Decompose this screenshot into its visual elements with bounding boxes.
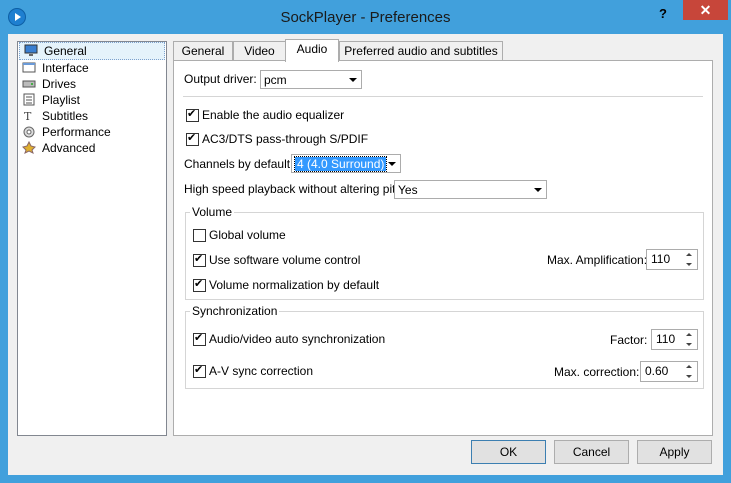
monitor-icon [24,44,38,56]
sidebar-item-label: Advanced [42,141,96,155]
sync-group: Synchronization Audio/video auto synchro… [185,304,704,389]
volume-group: Volume Global volume Use software volume… [185,205,704,300]
auto-sync-checkbox[interactable] [193,331,206,346]
svg-text:T: T [24,110,32,122]
sidebar-item-performance[interactable]: Performance [18,124,166,140]
ok-button[interactable]: OK [471,440,546,464]
passthrough-checkbox[interactable] [186,131,199,146]
highspeed-select[interactable]: Yes [394,180,547,199]
apply-button[interactable]: Apply [637,440,712,464]
tab-preferred-audio-subtitles[interactable]: Preferred audio and subtitles [339,41,503,61]
chevron-down-icon [529,181,546,198]
output-driver-value: pcm [264,73,287,87]
max-correction-label: Max. correction: [554,365,640,379]
sidebar-item-label: Subtitles [42,109,89,123]
normalization-checkbox[interactable] [193,277,206,292]
help-button[interactable]: ? [655,6,671,22]
spin-down-icon[interactable] [682,260,697,269]
spin-down-icon[interactable] [682,372,697,381]
cancel-button[interactable]: Cancel [554,440,629,464]
spin-up-icon[interactable] [682,330,697,339]
volume-group-title: Volume [190,205,235,219]
factor-label: Factor: [610,333,648,347]
global-volume-checkbox[interactable] [193,229,206,242]
sidebar-item-drives[interactable]: Drives [18,76,166,92]
equalizer-checkbox[interactable] [186,107,199,122]
close-button[interactable]: ✕ [683,0,728,20]
max-amplification-label: Max. Amplification: [547,253,648,267]
output-driver-label: Output driver: [184,72,257,86]
drive-icon [22,80,36,88]
sidebar-item-general[interactable]: General [19,42,165,60]
title-bar: SockPlayer - Preferences ? ✕ [0,0,731,34]
divider [183,96,703,97]
sidebar-item-playlist[interactable]: Playlist [18,92,166,108]
advanced-icon [22,141,36,154]
av-sync-label: A-V sync correction [209,364,314,378]
output-driver-select[interactable]: pcm [260,70,362,89]
factor-spinbox[interactable]: 110 [651,329,698,350]
chevron-down-icon [344,71,361,88]
subtitles-icon: T [24,110,32,122]
sidebar-item-subtitles[interactable]: T Subtitles [18,108,166,124]
spin-up-icon[interactable] [682,250,697,259]
window-title: SockPlayer - Preferences [280,9,451,26]
global-volume-label: Global volume [209,228,286,242]
sidebar-item-advanced[interactable]: Advanced [18,140,166,156]
channels-select[interactable]: 4 (4.0 Surround) [291,154,401,173]
interface-icon [22,62,36,73]
spin-up-icon[interactable] [682,362,697,371]
max-amplification-spinbox[interactable]: 110 [646,249,698,270]
normalization-label: Volume normalization by default [209,278,380,292]
playlist-icon [23,93,35,106]
highspeed-label: High speed playback without altering pit… [184,182,409,196]
chevron-down-icon [383,155,400,172]
av-sync-checkbox[interactable] [193,363,206,378]
channels-label: Channels by default: [184,157,294,171]
dialog-client: General Interface Drives Playlist T Subt… [8,34,723,475]
auto-sync-label: Audio/video auto synchronization [209,332,386,346]
equalizer-label: Enable the audio equalizer [202,108,345,122]
performance-icon [23,126,35,138]
preferences-window: SockPlayer - Preferences ? ✕ General Int… [0,0,731,483]
max-amplification-value: 110 [651,252,671,266]
channels-value: 4 (4.0 Surround) [293,156,388,172]
audio-panel: Output driver: pcm Enable the audio equa… [173,60,713,436]
max-correction-spinbox[interactable]: 0.60 [640,361,698,382]
spin-down-icon[interactable] [682,340,697,349]
sidebar-item-label: General [44,44,87,58]
sidebar-item-label: Performance [42,125,111,139]
sidebar-item-interface[interactable]: Interface [18,60,166,76]
passthrough-label: AC3/DTS pass-through S/PDIF [202,132,369,146]
sidebar-item-label: Playlist [42,93,81,107]
highspeed-value: Yes [398,183,418,197]
tab-general[interactable]: General [173,41,233,61]
max-correction-value: 0.60 [645,364,669,378]
section-list: General Interface Drives Playlist T Subt… [17,41,167,436]
sidebar-item-label: Interface [42,61,89,75]
software-volume-checkbox[interactable] [193,252,206,267]
sync-group-title: Synchronization [190,304,280,318]
tab-video[interactable]: Video [233,41,286,61]
factor-value: 110 [656,332,676,346]
software-volume-label: Use software volume control [209,253,361,267]
tab-audio[interactable]: Audio [285,39,339,62]
sidebar-item-label: Drives [42,77,77,91]
